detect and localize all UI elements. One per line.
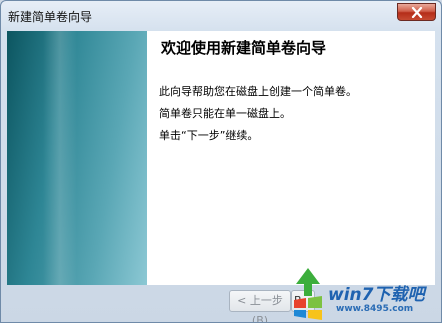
- close-button[interactable]: [397, 3, 436, 21]
- window-title: 新建简单卷向导: [8, 10, 93, 24]
- close-icon: [411, 7, 423, 18]
- wizard-instruction-text: 单击“下一步”继续。: [159, 129, 259, 142]
- wizard-note-text: 简单卷只能在单一磁盘上。: [159, 107, 291, 120]
- site-watermark: win7下载吧 www.8495.com: [288, 266, 438, 320]
- wizard-client-area: 欢迎使用新建简单卷向导 此向导帮助您在磁盘上创建一个简单卷。 简单卷只能在单一磁…: [7, 31, 435, 285]
- banner-stripe: [43, 31, 77, 285]
- wizard-side-banner: [7, 31, 147, 285]
- watermark-brand: win7下载吧: [328, 285, 425, 305]
- back-button[interactable]: < 上一步(B): [229, 290, 291, 322]
- wizard-intro-text: 此向导帮助您在磁盘上创建一个简单卷。: [159, 85, 357, 98]
- wizard-content: 欢迎使用新建简单卷向导 此向导帮助您在磁盘上创建一个简单卷。 简单卷只能在单一磁…: [147, 31, 435, 285]
- title-bar[interactable]: 新建简单卷向导: [1, 1, 441, 31]
- win7-logo-icon: [294, 268, 322, 320]
- watermark-url: www.8495.com: [336, 304, 414, 314]
- wizard-heading: 欢迎使用新建简单卷向导: [161, 39, 327, 57]
